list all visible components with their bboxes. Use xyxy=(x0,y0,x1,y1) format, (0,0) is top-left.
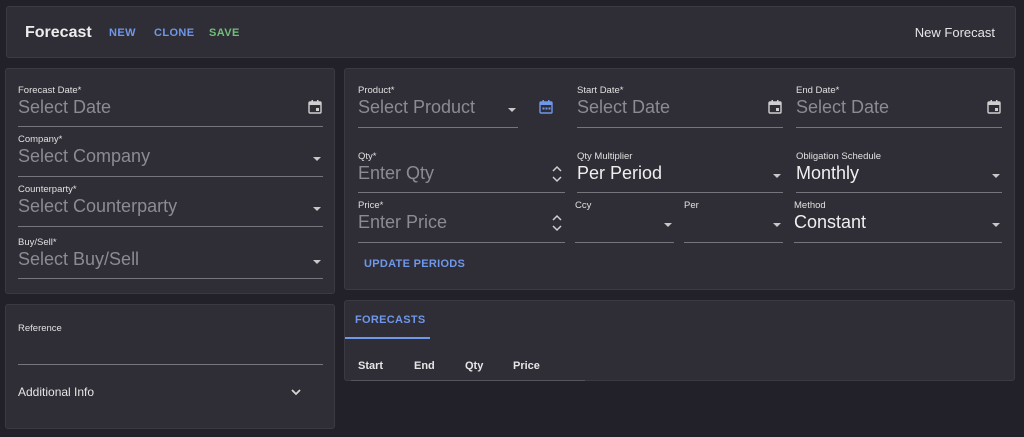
per-select[interactable]: Per xyxy=(684,200,783,243)
forecast-date-label: Forecast Date* xyxy=(18,85,82,96)
end-date-label: End Date* xyxy=(796,85,840,96)
top-toolbar: Forecast NEW CLONE SAVE New Forecast xyxy=(6,6,1016,58)
per-label: Per xyxy=(684,200,699,211)
counterparty-label: Counterparty* xyxy=(18,184,77,195)
clone-button[interactable]: CLONE xyxy=(154,27,195,39)
spinner-icon[interactable] xyxy=(551,213,563,233)
field-underline xyxy=(794,242,1002,243)
dropdown-caret-icon[interactable] xyxy=(664,223,672,227)
method-value: Constant xyxy=(794,212,867,232)
tab-forecasts[interactable]: FORECASTS xyxy=(345,301,430,339)
field-underline xyxy=(796,127,1002,128)
field-underline xyxy=(575,242,674,243)
forecasts-panel: FORECASTS Start End Qty Price xyxy=(344,300,1015,381)
price-placeholder: Enter Price xyxy=(358,212,448,232)
method-label: Method xyxy=(794,200,826,211)
column-header-end[interactable]: End xyxy=(414,360,435,372)
dropdown-caret-icon[interactable] xyxy=(313,260,321,264)
calendar-icon[interactable] xyxy=(986,99,1002,115)
reference-field[interactable]: Reference xyxy=(18,323,323,365)
field-underline xyxy=(18,226,323,227)
dropdown-caret-icon[interactable] xyxy=(313,157,321,161)
start-date-placeholder: Select Date xyxy=(577,97,671,117)
field-underline xyxy=(18,278,323,279)
field-underline xyxy=(18,176,323,177)
field-underline xyxy=(358,242,565,243)
forecast-header-panel: Forecast Date* Select Date Company* Sele… xyxy=(5,68,335,294)
obligation-schedule-label: Obligation Schedule xyxy=(796,151,882,162)
additional-info-toggle[interactable]: Additional Info xyxy=(18,385,302,405)
form-mode-title: New Forecast xyxy=(914,25,995,40)
qty-placeholder: Enter Qty xyxy=(358,163,435,183)
buy-sell-placeholder: Select Buy/Sell xyxy=(18,249,140,269)
dropdown-caret-icon[interactable] xyxy=(992,223,1000,227)
forecast-date-placeholder: Select Date xyxy=(18,97,112,117)
column-header-start[interactable]: Start xyxy=(358,360,383,372)
field-underline xyxy=(577,192,783,193)
calendar-icon[interactable] xyxy=(538,99,554,115)
qty-multiplier-value: Per Period xyxy=(577,163,663,183)
company-select[interactable]: Company* Select Company xyxy=(18,134,323,177)
dropdown-caret-icon[interactable] xyxy=(773,223,781,227)
price-input[interactable]: Price* Enter Price xyxy=(358,200,565,243)
obligation-schedule-select[interactable]: Obligation Schedule Monthly xyxy=(796,151,1002,193)
counterparty-select[interactable]: Counterparty* Select Counterparty xyxy=(18,184,323,227)
page-title: Forecast xyxy=(25,24,92,41)
field-underline xyxy=(358,127,518,128)
field-underline xyxy=(358,192,565,193)
chevron-down-icon xyxy=(291,389,301,396)
buy-sell-select[interactable]: Buy/Sell* Select Buy/Sell xyxy=(18,237,323,279)
field-underline xyxy=(18,126,323,127)
dropdown-caret-icon[interactable] xyxy=(992,174,1000,178)
update-periods-button[interactable]: UPDATE PERIODS xyxy=(364,258,465,270)
end-date-field[interactable]: End Date* Select Date xyxy=(796,85,1002,128)
ccy-select[interactable]: Ccy xyxy=(575,200,674,243)
calendar-icon[interactable] xyxy=(307,99,323,115)
save-button[interactable]: SAVE xyxy=(209,27,240,39)
qty-label: Qty* xyxy=(358,151,377,162)
product-select[interactable]: Product* Select Product xyxy=(358,85,518,128)
product-label: Product* xyxy=(358,85,395,96)
qty-multiplier-label: Qty Multiplier xyxy=(577,151,633,162)
field-underline xyxy=(684,242,783,243)
obligation-schedule-value: Monthly xyxy=(796,163,860,183)
table-header-divider xyxy=(351,380,585,381)
counterparty-placeholder: Select Counterparty xyxy=(18,196,178,216)
dropdown-caret-icon[interactable] xyxy=(773,174,781,178)
start-date-field[interactable]: Start Date* Select Date xyxy=(577,85,783,128)
product-placeholder: Select Product xyxy=(358,97,476,117)
forecast-details-panel: Product* Select Product Start Date* Sele… xyxy=(344,68,1015,290)
qty-input[interactable]: Qty* Enter Qty xyxy=(358,151,565,193)
reference-panel: Reference Additional Info xyxy=(5,304,335,429)
tab-forecasts-label: FORECASTS xyxy=(355,314,426,326)
price-label: Price* xyxy=(358,200,384,211)
field-underline xyxy=(577,127,783,128)
spinner-icon[interactable] xyxy=(551,164,563,184)
start-date-label: Start Date* xyxy=(577,85,624,96)
new-button[interactable]: NEW xyxy=(109,27,136,39)
ccy-label: Ccy xyxy=(575,200,592,211)
tab-active-indicator xyxy=(345,337,430,339)
method-select[interactable]: Method Constant xyxy=(794,200,1002,243)
column-header-price[interactable]: Price xyxy=(513,360,540,372)
buy-sell-label: Buy/Sell* xyxy=(18,237,57,248)
qty-multiplier-select[interactable]: Qty Multiplier Per Period xyxy=(577,151,783,193)
dropdown-caret-icon[interactable] xyxy=(508,108,516,112)
additional-info-label: Additional Info xyxy=(18,385,95,399)
company-label: Company* xyxy=(18,134,63,145)
field-underline xyxy=(796,192,1002,193)
calendar-icon[interactable] xyxy=(767,99,783,115)
column-header-qty[interactable]: Qty xyxy=(465,360,483,372)
field-underline xyxy=(18,364,323,365)
company-placeholder: Select Company xyxy=(18,146,151,166)
reference-label: Reference xyxy=(18,323,62,334)
forecast-date-field[interactable]: Forecast Date* Select Date xyxy=(18,85,323,127)
end-date-placeholder: Select Date xyxy=(796,97,890,117)
dropdown-caret-icon[interactable] xyxy=(313,207,321,211)
